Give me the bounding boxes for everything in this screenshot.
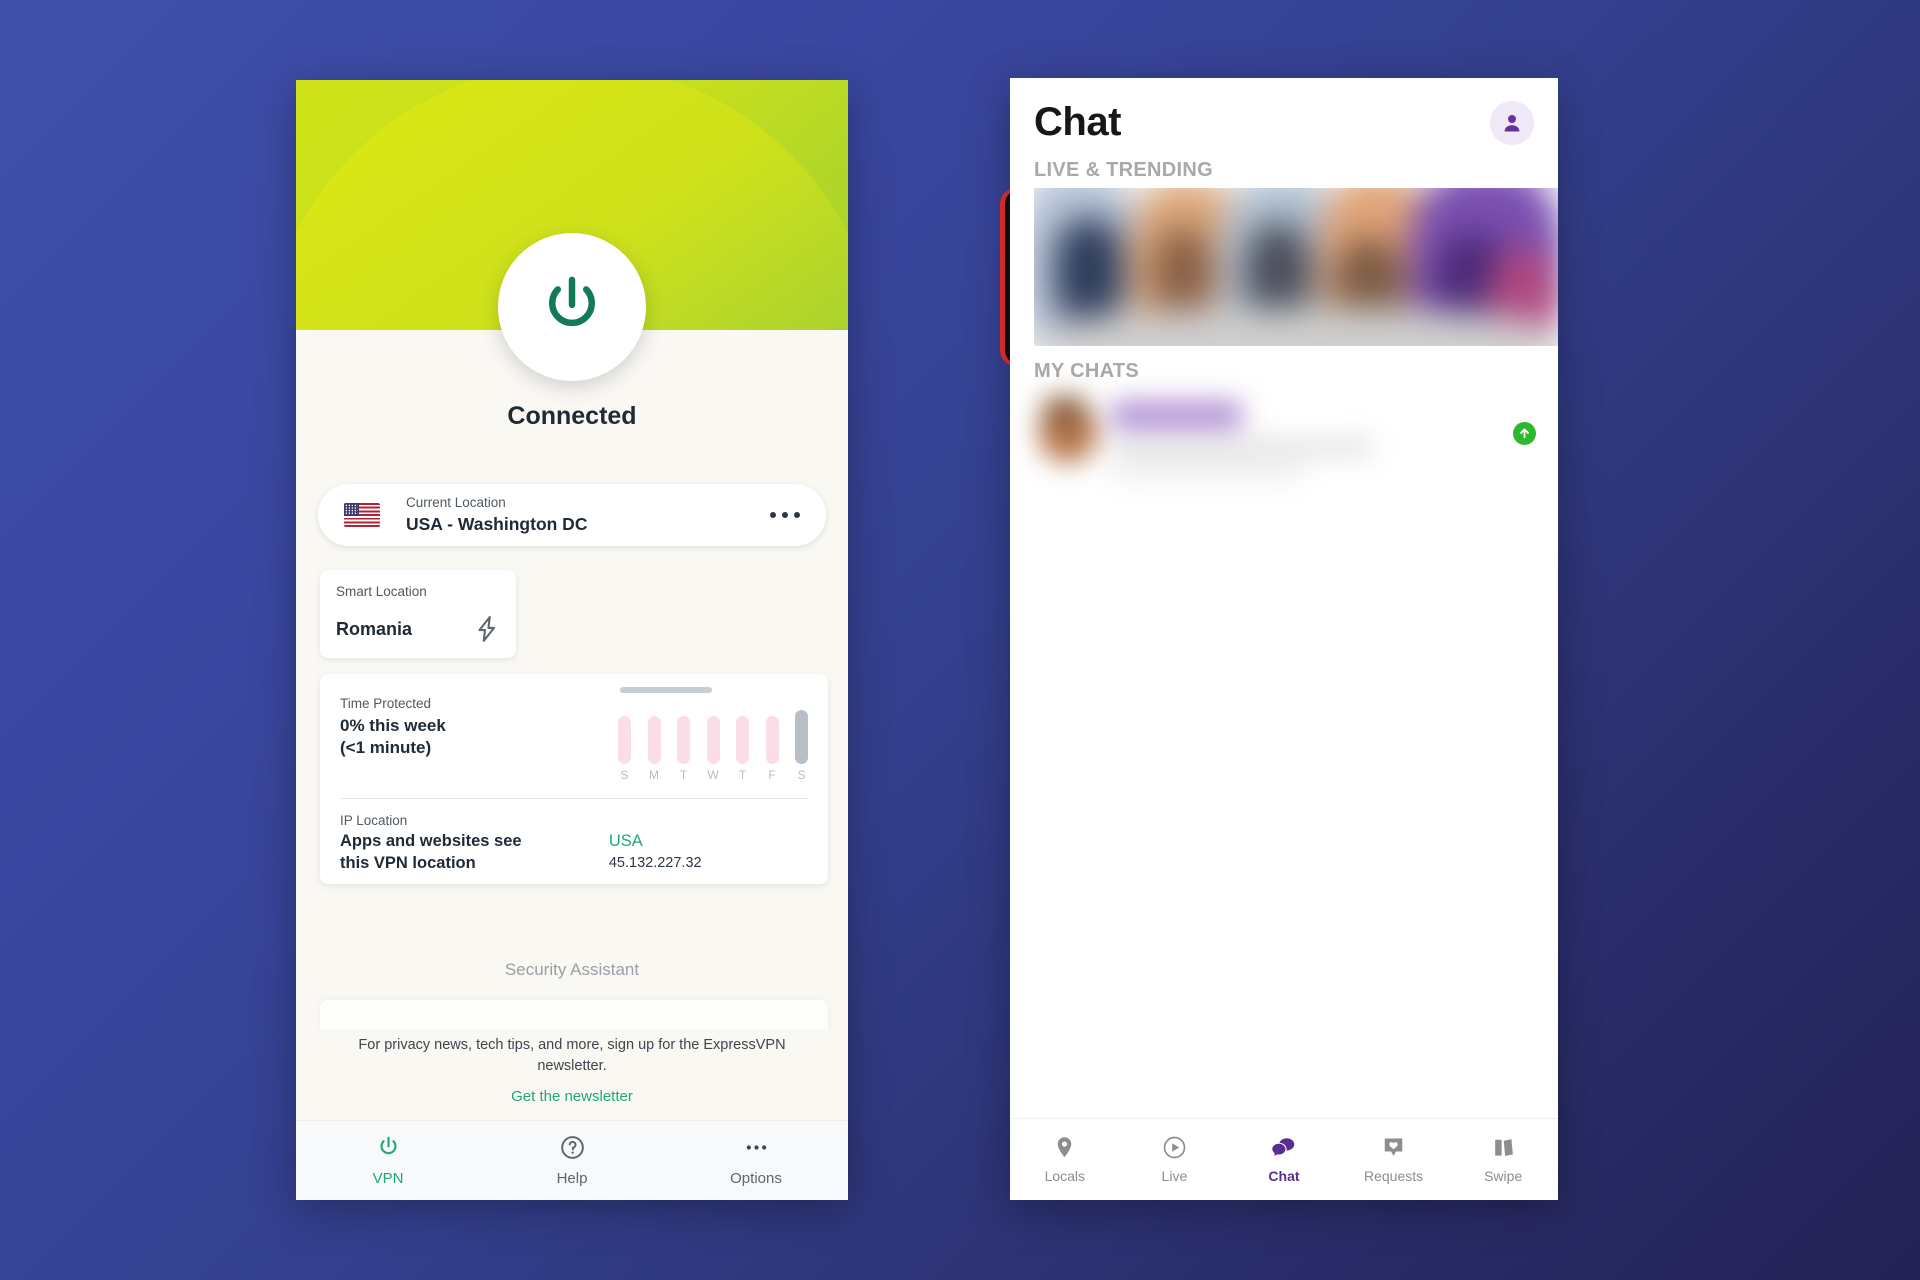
chat-bubbles-icon — [1271, 1138, 1295, 1158]
chart-bar — [677, 716, 690, 764]
ip-location-label: IP Location — [340, 813, 408, 828]
live-trending-thumbnails — [1034, 188, 1558, 346]
chart-bar-label: F — [768, 768, 776, 782]
vpn-stats-card: Time Protected 0% this week (<1 minute) … — [320, 674, 828, 884]
more-horizontal-icon — [746, 1145, 766, 1150]
security-assistant-card-peek[interactable] — [320, 1000, 828, 1030]
chat-nav-item-requests[interactable]: Requests — [1339, 1135, 1449, 1184]
person-avatar-icon — [1504, 114, 1520, 131]
vpn-status-text: Connected — [507, 402, 637, 430]
time-protected-value-line1: 0% this week — [340, 716, 446, 735]
current-location-value: USA - Washington DC — [406, 513, 588, 534]
vpn-nav-item-vpn[interactable]: VPN — [296, 1121, 480, 1200]
vpn-nav-label-vpn: VPN — [372, 1170, 404, 1187]
chat-nav-label-locals: Locals — [1044, 1168, 1086, 1184]
newsletter-section: For privacy news, tech tips, and more, s… — [296, 1035, 848, 1106]
chart-progress-line — [620, 687, 712, 693]
chart-bar-label: W — [707, 768, 719, 782]
chat-row-preview — [1034, 395, 1558, 495]
security-assistant-label[interactable]: Security Assistant — [296, 960, 848, 980]
heart-bubble-icon — [1384, 1138, 1403, 1156]
ip-country: USA — [608, 832, 643, 850]
chat-nav-item-live[interactable]: Live — [1120, 1135, 1230, 1184]
power-icon — [549, 276, 595, 327]
chart-bar-label: T — [679, 768, 688, 782]
chat-nav-item-chat[interactable]: Chat — [1229, 1135, 1339, 1184]
chat-nav-label-live: Live — [1161, 1168, 1188, 1184]
profile-avatar-button[interactable] — [1490, 100, 1534, 145]
ip-address: 45.132.227.32 — [608, 855, 702, 871]
lightning-bolt-icon — [478, 616, 496, 642]
chat-nav-item-swipe[interactable]: Swipe — [1448, 1135, 1558, 1184]
current-location-label: Current Location — [406, 495, 506, 511]
chart-bar-label: S — [797, 768, 806, 782]
ip-location-desc-line2: this VPN location — [340, 853, 476, 872]
chat-nav-label-requests: Requests — [1364, 1168, 1424, 1184]
chart-bar — [706, 716, 720, 764]
chart-bars — [618, 708, 808, 764]
section-label-my-chats: MY CHATS — [1034, 360, 1139, 382]
chat-header: Chat — [1010, 78, 1558, 145]
chart-bar-labels: SMTWTFS — [618, 768, 808, 782]
upload-arrow-icon — [1520, 428, 1529, 439]
swipe-cards-icon — [1494, 1139, 1513, 1157]
chart-bar — [736, 716, 749, 764]
vpn-bottom-nav: VPN Help Options — [296, 1120, 848, 1200]
vpn-nav-label-help: Help — [556, 1170, 588, 1187]
ip-location-desc-line1: Apps and websites see — [340, 832, 522, 850]
power-icon — [380, 1136, 396, 1155]
chat-row-upload-badge[interactable] — [1513, 422, 1536, 445]
vpn-power-button[interactable] — [498, 233, 646, 381]
chart-bar — [795, 710, 808, 764]
chat-nav-label-chat: Chat — [1268, 1168, 1300, 1184]
question-circle-icon — [560, 1136, 584, 1159]
chart-bar-label: T — [738, 768, 747, 782]
get-newsletter-link[interactable]: Get the newsletter — [511, 1088, 633, 1105]
vpn-nav-item-options[interactable]: Options — [664, 1121, 848, 1200]
chart-bar — [618, 716, 631, 764]
play-circle-icon — [1163, 1136, 1186, 1159]
chart-bar — [647, 716, 661, 764]
section-label-live-trending: LIVE & TRENDING — [1034, 159, 1213, 181]
location-pin-icon — [1058, 1137, 1072, 1158]
current-location-more-button[interactable] — [769, 511, 800, 519]
chart-bar-label: S — [620, 768, 629, 782]
vpn-nav-label-options: Options — [730, 1170, 782, 1187]
my-chats-list — [1010, 395, 1558, 495]
page-title: Chat — [1034, 100, 1121, 144]
usa-flag-icon — [344, 503, 380, 527]
list-item[interactable] — [1034, 395, 1558, 495]
smart-location-label: Smart Location — [336, 584, 427, 599]
time-protected-label: Time Protected — [340, 696, 432, 711]
newsletter-text: For privacy news, tech tips, and more, s… — [358, 1037, 786, 1074]
chat-nav-label-swipe: Swipe — [1484, 1168, 1523, 1184]
smart-location-card[interactable]: Smart Location Romania — [320, 570, 516, 658]
vpn-nav-item-help[interactable]: Help — [480, 1121, 664, 1200]
time-protected-value-line2: (<1 minute) — [340, 738, 432, 758]
time-protected-chart: SMTWTFS — [618, 687, 808, 782]
chat-nav-item-locals[interactable]: Locals — [1010, 1135, 1120, 1184]
vpn-app-phone: Connected Current Location USA - Washing… — [296, 80, 848, 1200]
chat-app-phone: Chat LIVE & TRENDING MY CHATS Locals Liv… — [1010, 78, 1558, 1200]
smart-location-value: Romania — [336, 618, 413, 639]
chat-bottom-nav: Locals Live Chat Requests Swipe — [1010, 1118, 1558, 1200]
chart-bar-label: M — [649, 768, 659, 782]
chart-bar — [765, 716, 779, 764]
live-trending-banner[interactable] — [1034, 188, 1558, 346]
current-location-card[interactable]: Current Location USA - Washington DC — [318, 484, 826, 546]
